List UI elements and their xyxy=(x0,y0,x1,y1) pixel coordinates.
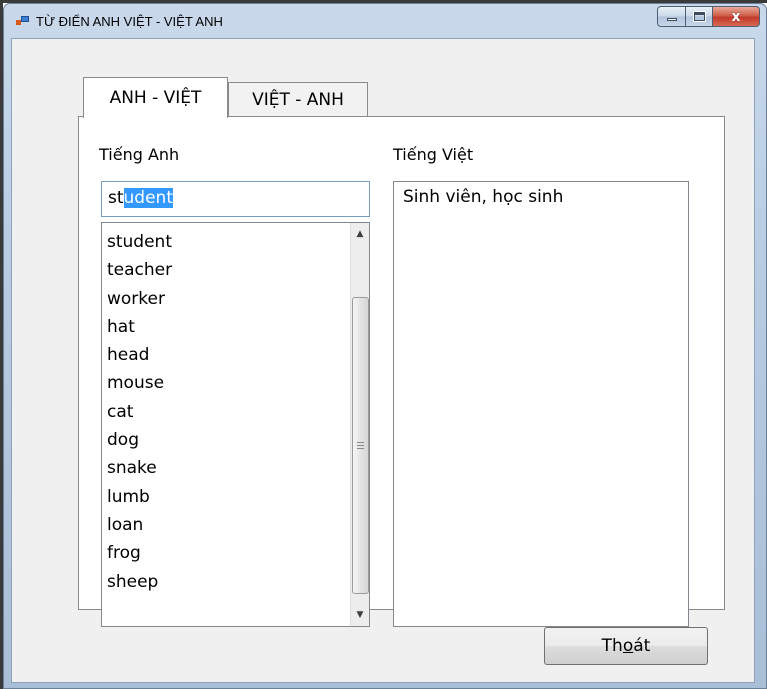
maximize-button[interactable] xyxy=(685,6,712,27)
exit-label-start: Th xyxy=(601,636,623,656)
vietnamese-meaning-box[interactable]: Sinh viên, học sinh xyxy=(393,181,689,627)
exit-label-mnemonic: o xyxy=(622,636,634,656)
word-listbox[interactable]: student teacher worker hat head mouse ca… xyxy=(101,222,370,627)
list-item[interactable]: teacher xyxy=(107,256,172,284)
list-item[interactable]: student xyxy=(107,228,172,256)
scroll-down-arrow-icon[interactable]: ▼ xyxy=(351,606,369,624)
title-bar[interactable]: TỪ ĐIỂN ANH VIỆT - VIỆT ANH x xyxy=(4,4,766,38)
list-item[interactable]: dog xyxy=(107,426,172,454)
list-item[interactable]: cat xyxy=(107,398,172,426)
scroll-grip-icon xyxy=(357,442,364,449)
list-item[interactable]: head xyxy=(107,341,172,369)
window-client-area: ANH - VIỆT VIỆT - ANH Tiếng Anh Tiếng Vi… xyxy=(11,38,755,683)
list-item[interactable]: sheep xyxy=(107,568,172,596)
vietnamese-label: Tiếng Việt xyxy=(393,145,474,164)
tab-viet-anh[interactable]: VIỆT - ANH xyxy=(228,82,368,117)
list-item[interactable]: loan xyxy=(107,511,172,539)
english-label: Tiếng Anh xyxy=(99,145,180,164)
close-button[interactable]: x xyxy=(712,6,760,27)
minimize-button[interactable] xyxy=(657,6,685,27)
list-item[interactable]: snake xyxy=(107,454,172,482)
tab-anh-viet[interactable]: ANH - VIỆT xyxy=(83,77,228,118)
maximize-icon xyxy=(692,11,706,22)
input-text-selected: udent xyxy=(123,188,173,208)
input-text-unselected: st xyxy=(108,188,124,208)
list-item[interactable]: lumb xyxy=(107,483,172,511)
list-item[interactable]: hat xyxy=(107,313,172,341)
english-word-input[interactable]: student xyxy=(101,181,370,217)
dictionary-window: TỪ ĐIỂN ANH VIỆT - VIỆT ANH x ANH - VIỆT… xyxy=(3,3,767,689)
list-item[interactable]: worker xyxy=(107,285,172,313)
close-icon: x xyxy=(731,8,741,25)
minimize-icon xyxy=(666,18,677,21)
exit-label-end: át xyxy=(633,636,651,656)
window-title: TỪ ĐIỂN ANH VIỆT - VIỆT ANH xyxy=(36,14,223,29)
app-icon[interactable] xyxy=(16,15,29,27)
list-item[interactable]: mouse xyxy=(107,369,172,397)
word-list: student teacher worker hat head mouse ca… xyxy=(107,228,172,596)
list-item[interactable]: frog xyxy=(107,539,172,567)
vertical-scrollbar[interactable]: ▲ ▼ xyxy=(350,223,369,626)
exit-button[interactable]: Th o át xyxy=(544,627,708,665)
caption-buttons: x xyxy=(657,6,760,28)
scroll-thumb[interactable] xyxy=(352,297,369,594)
scroll-up-arrow-icon[interactable]: ▲ xyxy=(351,225,369,243)
